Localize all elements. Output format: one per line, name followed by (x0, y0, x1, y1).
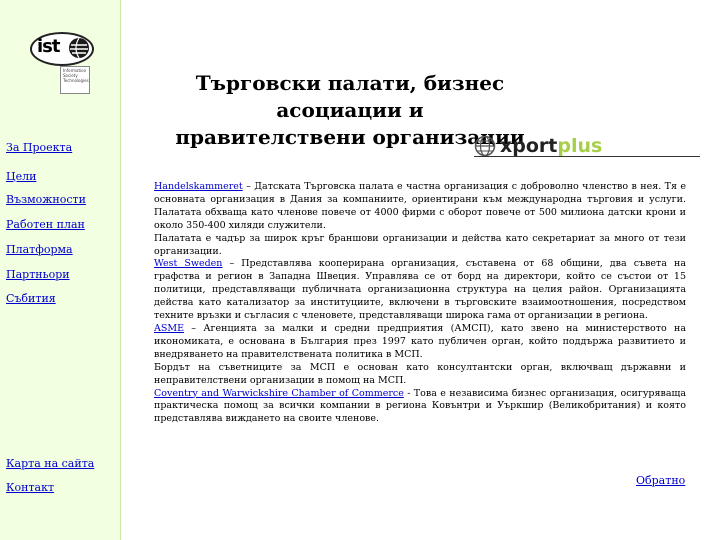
entry-link[interactable]: West Sweden (154, 258, 222, 269)
entry-link[interactable]: ASME (154, 323, 184, 334)
logo-text: ist (37, 36, 60, 57)
sidebar-item-partners[interactable]: Партньори (6, 268, 70, 281)
logo-caption: Information Society Technologies (60, 66, 90, 94)
main-content: Handelskammeret – Датската Търговска пал… (154, 181, 686, 426)
sidebar: ist Information Society Technologies За … (0, 0, 121, 540)
sidebar-item-about[interactable]: За Проекта (6, 141, 72, 154)
entry-text: – Представлява коопериранa организация, … (154, 258, 686, 322)
entry-paragraph: West Sweden – Представлява коопериранa о… (154, 258, 686, 323)
globe-icon (474, 135, 496, 157)
entry-text: – Агенцията за малки и средни предприяти… (154, 322, 686, 360)
back-link[interactable]: Обратно (636, 474, 685, 487)
entry-paragraph: Бордът на съветниците за МСП е основан к… (154, 362, 686, 388)
brand-xport: xport (500, 135, 558, 157)
entry-paragraph: Handelskammeret – Датската Търговска пал… (154, 181, 686, 233)
entry-paragraph: ASME – Агенцията за малки и средни предп… (154, 323, 686, 362)
brand-name: xportplus (500, 135, 602, 157)
entry-link[interactable]: Coventry and Warwickshire Chamber of Com… (154, 388, 404, 399)
sidebar-item-opportunities[interactable]: Възможности (6, 193, 86, 206)
sidebar-item-contact[interactable]: Контакт (6, 481, 54, 494)
sidebar-item-sitemap[interactable]: Карта на сайта (6, 457, 94, 470)
page-title-line1: Търговски палати, бизнес асоциации и (195, 71, 505, 122)
ist-logo[interactable]: ist Information Society Technologies (30, 30, 94, 94)
globe-icon (69, 37, 89, 59)
sidebar-item-platform[interactable]: Платформа (6, 243, 73, 256)
header-divider (474, 156, 700, 157)
sidebar-item-goals[interactable]: Цели (6, 170, 36, 183)
brand-plus: plus (557, 135, 603, 157)
sidebar-item-workplan[interactable]: Работен план (6, 218, 85, 231)
entry-text: Палатата е чадър за широк кръг браншови … (154, 232, 686, 257)
entry-paragraph: Coventry and Warwickshire Chamber of Com… (154, 388, 686, 427)
entry-text: Бордът на съветниците за МСП е основан к… (154, 361, 686, 386)
entry-paragraph: Палатата е чадър за широк кръг браншови … (154, 233, 686, 259)
entry-link[interactable]: Handelskammeret (154, 181, 243, 192)
sidebar-item-events[interactable]: Събития (6, 292, 56, 305)
